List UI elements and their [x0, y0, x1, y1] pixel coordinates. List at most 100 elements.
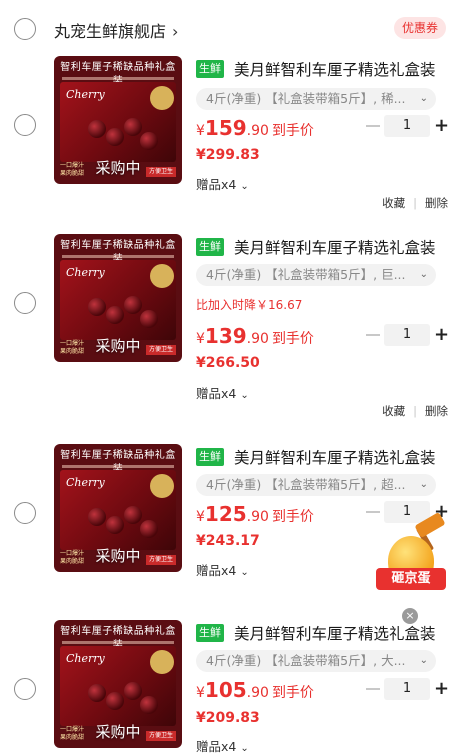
coupon-button[interactable]: 优惠券 — [393, 17, 446, 39]
shop-select-radio[interactable] — [14, 18, 36, 40]
cherry-icon — [124, 506, 142, 524]
thumbnail-strip — [62, 255, 174, 258]
cherry-icon — [106, 692, 124, 710]
spec-selector[interactable]: 4斤(净重) 【礼盒装带箱5斤】, 稀... ⌄ — [196, 88, 436, 110]
cherry-icon — [140, 696, 158, 714]
price-suffix: 到手价 — [271, 123, 314, 139]
minus-button[interactable] — [366, 334, 380, 336]
cherry-icon — [140, 520, 158, 538]
price-integer: 139 — [204, 324, 247, 348]
original-price: ¥243.17 — [196, 533, 260, 549]
badge-icon — [150, 650, 174, 674]
gift-selector[interactable]: 赠品x4 ⌄ — [196, 174, 249, 193]
product-title[interactable]: 美月鲜智利车厘子精选礼盒装 — [234, 58, 436, 80]
badge-icon — [150, 264, 174, 288]
price-integer: 125 — [204, 502, 247, 526]
fresh-tag: 生鲜 — [196, 624, 224, 642]
spec-text: 4斤(净重) 【礼盒装带箱5斤】, 巨... — [206, 267, 406, 282]
product-thumbnail[interactable]: 智利车厘子稀缺品种礼盒装 Cherry 一口爆汁 果肉脆甜 方便卫生 采购中 — [54, 444, 182, 572]
thumbnail-top-text: 智利车厘子稀缺品种礼盒装 — [60, 626, 176, 651]
spec-text: 4斤(净重) 【礼盒装带箱5斤】, 稀... — [206, 91, 406, 106]
price-integer: 105 — [204, 678, 247, 702]
thumbnail-top-text: 智利车厘子稀缺品种礼盒装 — [60, 62, 176, 87]
cherry-icon — [106, 516, 124, 534]
spec-selector[interactable]: 4斤(净重) 【礼盒装带箱5斤】, 巨... ⌄ — [196, 264, 436, 286]
price-integer: 159 — [204, 116, 247, 140]
minus-button[interactable] — [366, 688, 380, 690]
gift-label: 赠品x4 — [196, 386, 237, 401]
chevron-down-icon: ⌄ — [419, 655, 428, 666]
favorite-button[interactable]: 收藏 — [382, 404, 405, 418]
spec-selector[interactable]: 4斤(净重) 【礼盒装带箱5斤】, 超... ⌄ — [196, 474, 436, 496]
item-select-radio[interactable] — [14, 114, 36, 136]
quantity-value[interactable]: 1 — [384, 324, 430, 346]
chevron-down-icon: ⌄ — [240, 567, 249, 578]
thumbnail-strip — [62, 641, 174, 644]
cherry-icon — [106, 128, 124, 146]
product-thumbnail[interactable]: 智利车厘子稀缺品种礼盒装 Cherry 一口爆汁 果肉脆甜 方便卫生 采购中 — [54, 234, 182, 362]
original-price: ¥266.50 — [196, 355, 260, 371]
smash-egg-promo[interactable]: 砸京蛋 × — [372, 508, 460, 624]
cherry-icon — [88, 684, 106, 702]
delete-button[interactable]: 删除 — [425, 404, 448, 418]
purchasing-overlay: 采购中 — [95, 337, 141, 355]
thumbnail-brand: Cherry — [66, 266, 105, 279]
spec-selector[interactable]: 4斤(净重) 【礼盒装带箱5斤】, 大... ⌄ — [196, 650, 436, 672]
cherry-icon — [106, 306, 124, 324]
purchasing-overlay: 采购中 — [95, 723, 141, 741]
favorite-button[interactable]: 收藏 — [382, 196, 405, 210]
badge-icon — [150, 474, 174, 498]
chevron-right-icon: › — [172, 22, 179, 41]
delete-button[interactable]: 删除 — [425, 196, 448, 210]
shop-name-link[interactable]: 丸宠生鲜旗舰店 › — [54, 18, 178, 42]
item-select-radio[interactable] — [14, 292, 36, 314]
chevron-down-icon: ⌄ — [419, 479, 428, 490]
chevron-down-icon: ⌄ — [240, 390, 249, 401]
gift-selector[interactable]: 赠品x4 ⌄ — [196, 383, 249, 402]
cherry-icon — [88, 298, 106, 316]
item-select-radio[interactable] — [14, 502, 36, 524]
quantity-value[interactable]: 1 — [384, 678, 430, 700]
price-decimal: .90 — [246, 331, 269, 347]
minus-button[interactable] — [366, 125, 380, 127]
product-title[interactable]: 美月鲜智利车厘子精选礼盒装 — [234, 236, 436, 258]
product-thumbnail[interactable]: 智利车厘子稀缺品种礼盒装 Cherry 一口爆汁 果肉脆甜 方便卫生 采购中 — [54, 56, 182, 184]
price-decimal: .90 — [246, 123, 269, 139]
thumbnail-top-text: 智利车厘子稀缺品种礼盒装 — [60, 240, 176, 265]
item-select-radio[interactable] — [14, 678, 36, 700]
cart-item: 智利车厘子稀缺品种礼盒装 Cherry 一口爆汁 果肉脆甜 方便卫生 采购中 生… — [0, 620, 462, 753]
product-title[interactable]: 美月鲜智利车厘子精选礼盒装 — [234, 446, 436, 468]
fresh-tag: 生鲜 — [196, 448, 224, 466]
price-currency: ¥ — [196, 123, 205, 139]
original-price: ¥209.83 — [196, 710, 260, 726]
price-suffix: 到手价 — [271, 331, 314, 347]
cherry-icon — [88, 120, 106, 138]
price-currency: ¥ — [196, 509, 205, 525]
shop-name: 丸宠生鲜旗舰店 — [54, 22, 167, 41]
item-actions: 收藏 | 删除 — [382, 195, 448, 211]
cherry-icon — [88, 508, 106, 526]
gift-label: 赠品x4 — [196, 739, 237, 753]
fresh-tag: 生鲜 — [196, 238, 224, 256]
gift-selector[interactable]: 赠品x4 ⌄ — [196, 560, 249, 579]
price-suffix: 到手价 — [271, 685, 314, 701]
fresh-tag: 生鲜 — [196, 60, 224, 78]
gift-label: 赠品x4 — [196, 177, 237, 192]
thumbnail-brand: Cherry — [66, 476, 105, 489]
final-price: ¥159.90 到手价 — [196, 116, 314, 140]
plus-button[interactable]: + — [434, 680, 449, 698]
thumbnail-strip — [62, 77, 174, 80]
price-decimal: .90 — [246, 685, 269, 701]
cart-item: 智利车厘子稀缺品种礼盒装 Cherry 一口爆汁 果肉脆甜 方便卫生 采购中 生… — [0, 56, 462, 216]
plus-button[interactable]: + — [434, 117, 449, 135]
cherry-icon — [124, 118, 142, 136]
hammer-head-icon — [414, 511, 446, 539]
quantity-value[interactable]: 1 — [384, 115, 430, 137]
gift-selector[interactable]: 赠品x4 ⌄ — [196, 736, 249, 753]
close-icon[interactable]: × — [402, 608, 418, 624]
plus-button[interactable]: + — [434, 326, 449, 344]
product-title[interactable]: 美月鲜智利车厘子精选礼盒装 — [234, 622, 436, 644]
chevron-down-icon: ⌄ — [419, 93, 428, 104]
product-thumbnail[interactable]: 智利车厘子稀缺品种礼盒装 Cherry 一口爆汁 果肉脆甜 方便卫生 采购中 — [54, 620, 182, 748]
cherry-icon — [124, 682, 142, 700]
